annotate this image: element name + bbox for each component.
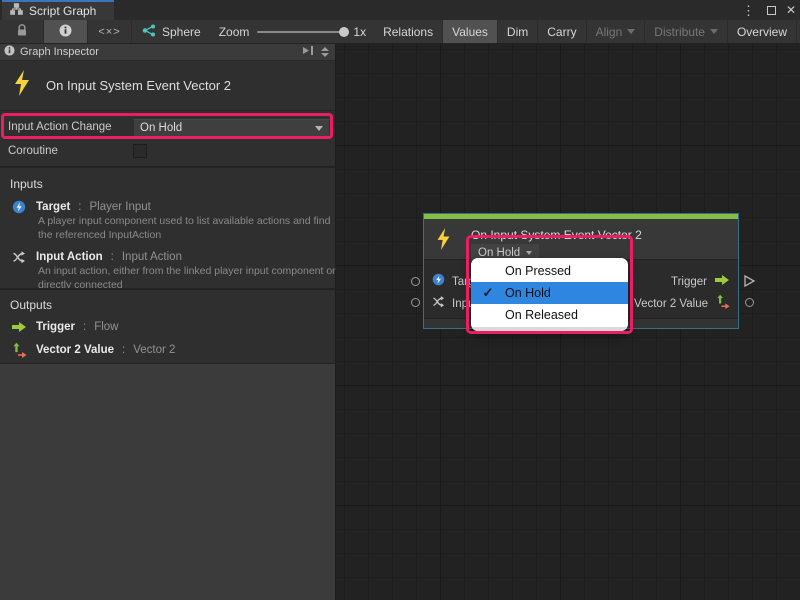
script-machine-icon [142,24,156,40]
code-icon: <×> [98,26,120,38]
chevron-down-icon [526,251,532,255]
dock-panel-icon[interactable] [302,45,315,59]
target-description: A player input component used to list av… [38,215,338,243]
distribute-button[interactable]: Distribute [645,20,728,43]
inspector-title: Graph Inspector [20,46,99,58]
outputs-section: Outputs Trigger : Flow Vector 2 Value : … [0,288,335,363]
input-action-icon [432,295,445,313]
input-action-icon [10,250,28,264]
coroutine-label: Coroutine [8,145,58,157]
carry-button[interactable]: Carry [538,20,586,43]
zoom-label: Zoom [219,25,250,39]
player-input-icon [432,273,445,291]
node-properties: Input Action Change On Hold Coroutine [0,110,335,166]
outputs-title: Outputs [10,298,327,312]
vector2-icon [10,342,28,358]
input-action-change-label: Input Action Change [8,121,112,133]
inputs-title: Inputs [10,177,327,191]
align-button[interactable]: Align [587,20,646,43]
chevron-down-icon [315,126,323,131]
graph-toolbar: <×> Sphere Zoom 1x Relations Values Dim … [0,20,800,44]
vector2-output-port[interactable] [745,298,754,307]
info-icon [59,24,72,40]
flow-arrow-icon [10,321,28,333]
inputs-section: Inputs Target : Player Input A player in… [0,166,335,288]
lock-button[interactable] [0,20,44,43]
chevron-up-icon [321,47,329,51]
values-button[interactable]: Values [443,20,498,43]
info-icon [4,45,15,59]
script-graph-window: Script Graph ⋮ ✕ <×> [0,0,800,600]
relations-button[interactable]: Relations [374,20,443,43]
overview-button[interactable]: Overview [728,20,797,43]
target-input-port[interactable] [411,277,420,286]
graph-inspector-panel: Graph Inspector On Input System Event Ve… [0,44,336,600]
player-input-icon [10,200,28,214]
chevron-down-icon [321,53,329,57]
event-bolt-icon [435,226,452,257]
title-bar: Script Graph ⋮ ✕ [0,0,800,20]
check-icon: ✓ [471,285,505,301]
close-icon[interactable]: ✕ [786,4,796,16]
coroutine-checkbox[interactable] [133,144,147,158]
graph-tab-icon [10,2,23,20]
selected-node-summary: On Input System Event Vector 2 [0,61,335,110]
tab-label: Script Graph [29,4,96,18]
graph-canvas[interactable]: On Input System Event Vector 2 On Hold T… [336,44,800,600]
graph-owner-breadcrumb[interactable]: Sphere [132,20,211,43]
menu-item-on-hold[interactable]: ✓ On Hold [471,282,628,304]
event-bolt-icon [12,69,32,102]
chevron-down-icon [627,29,635,34]
window-menu-icon[interactable]: ⋮ [740,4,757,17]
maximize-icon[interactable] [767,6,776,15]
input-action-change-dropdown[interactable]: On Hold [133,119,330,137]
zoom-value: 1x [353,25,366,39]
graph-owner-label: Sphere [162,25,201,39]
tab-script-graph[interactable]: Script Graph [2,0,114,20]
selected-node-title: On Input System Event Vector 2 [46,78,231,93]
trigger-output-port[interactable] [743,274,756,293]
chevron-down-icon [710,29,718,34]
action-change-context-menu: On Pressed ✓ On Hold On Released [471,258,628,331]
code-view-button[interactable]: <×> [88,20,132,43]
menu-scroll-strip [471,327,628,331]
node-title: On Input System Event Vector 2 [471,228,642,242]
node-header[interactable]: On Input System Event Vector 2 On Hold [424,219,738,259]
vector2-icon [715,294,730,314]
flow-arrow-icon [714,273,730,291]
menu-item-on-pressed[interactable]: On Pressed [471,260,628,282]
inspector-empty-area [0,363,335,600]
dim-button[interactable]: Dim [498,20,538,43]
panel-scroll-spinner[interactable] [319,47,331,57]
graph-inspector-header: Graph Inspector [0,44,335,61]
zoom-slider-knob[interactable] [339,27,349,37]
menu-item-on-released[interactable]: On Released [471,304,628,326]
lock-icon [16,24,28,40]
zoom-slider[interactable] [257,31,345,33]
input-action-input-port[interactable] [411,298,420,307]
inspector-toggle-button[interactable] [44,20,88,43]
